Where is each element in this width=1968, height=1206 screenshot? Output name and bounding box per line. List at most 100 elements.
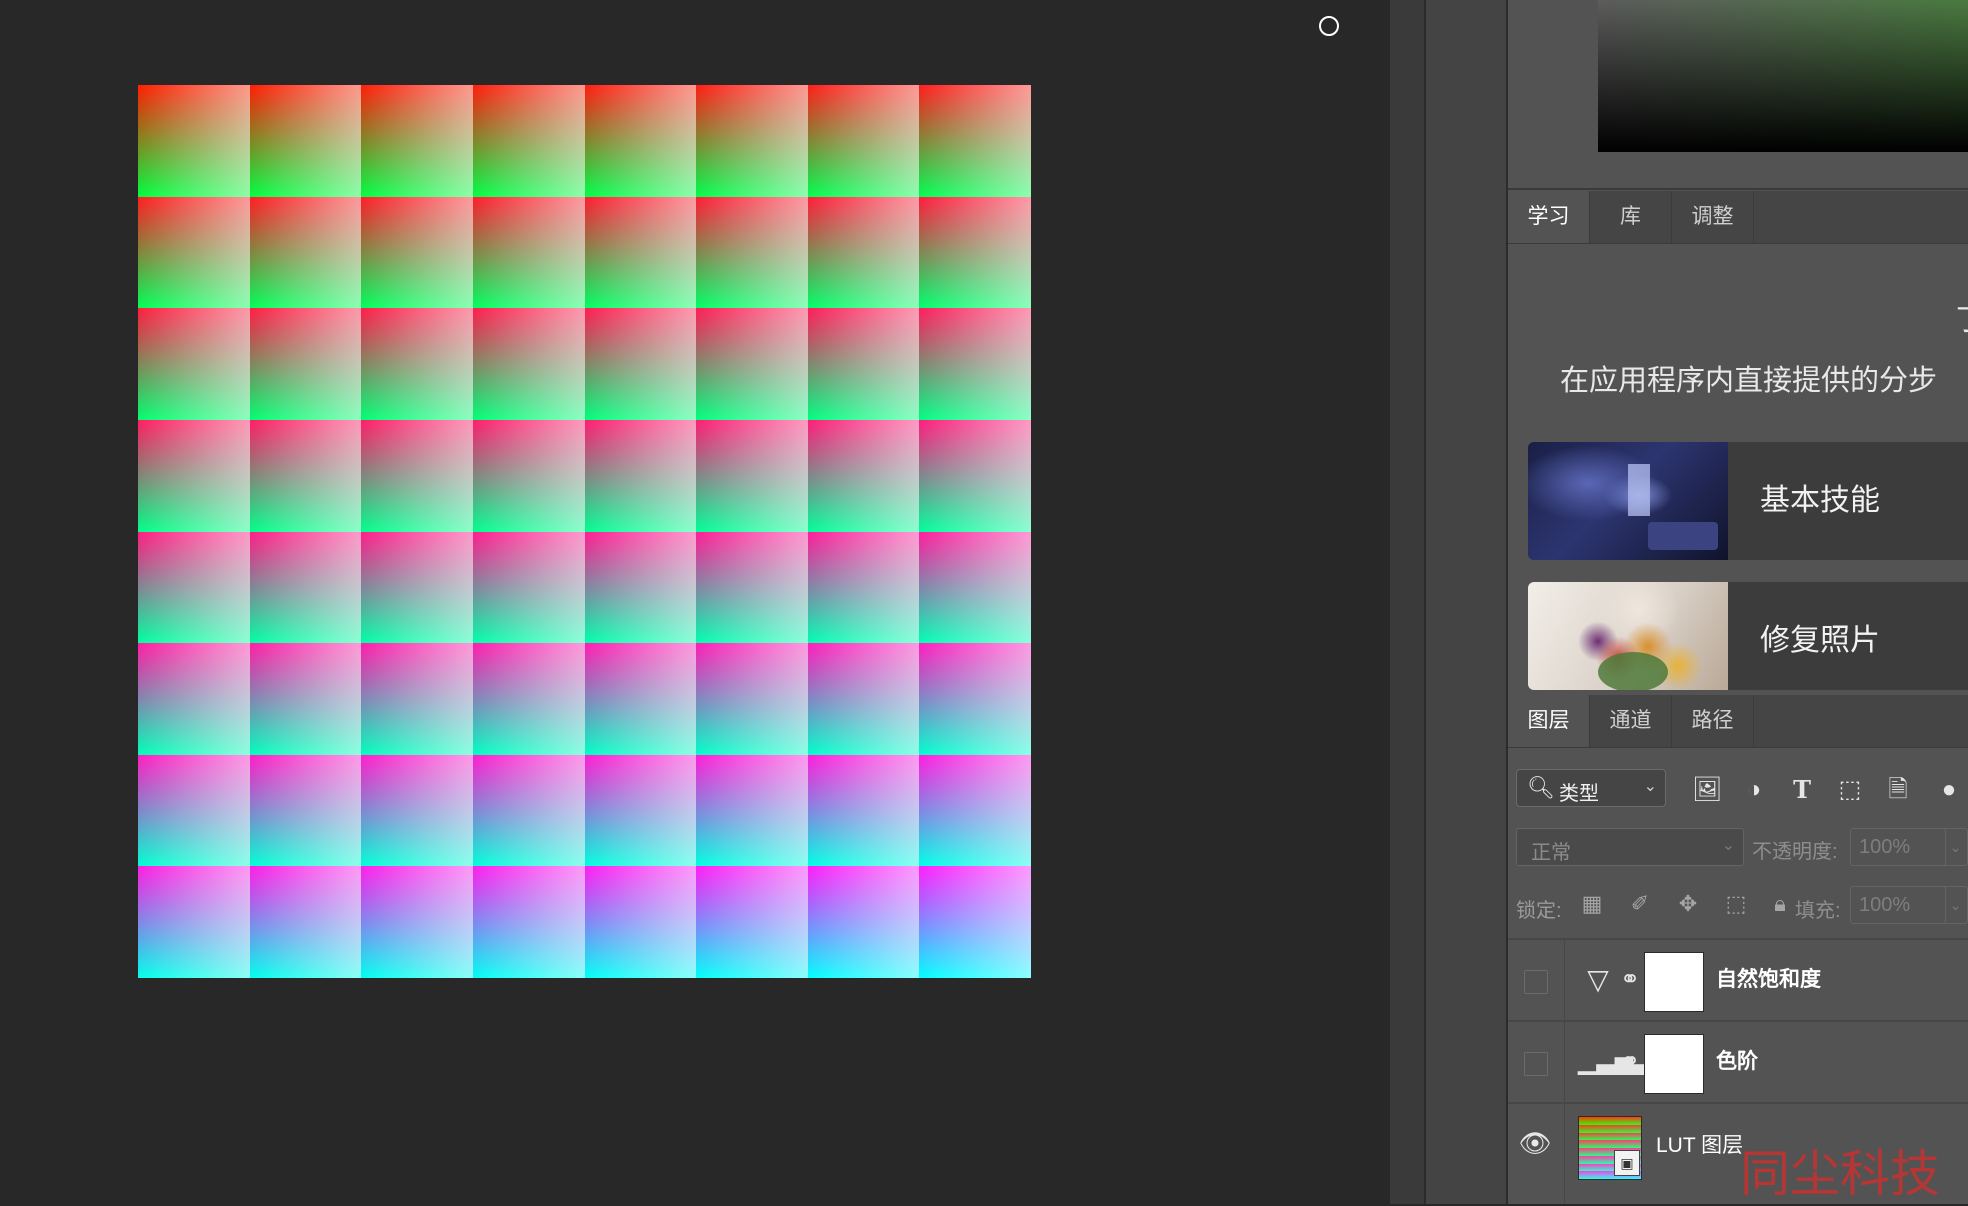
chain-link-icon[interactable]: ⚭ — [1620, 1044, 1640, 1080]
lut-thumb-tile — [1602, 1140, 1610, 1148]
lut-tile — [584, 643, 697, 755]
lut-tile — [472, 85, 585, 197]
blend-mode-select[interactable]: 正常 ⌄ — [1516, 828, 1744, 866]
lut-tile — [696, 531, 808, 644]
lut-thumb-tile — [1625, 1132, 1634, 1141]
lut-tile — [584, 866, 697, 978]
lut-thumb-tile — [1625, 1124, 1634, 1133]
layer-visibility-toggle[interactable] — [1508, 1022, 1565, 1102]
blend-mode-row: 正常 ⌄ 不透明度: 100% ⌄ — [1508, 822, 1968, 874]
lut-tile — [696, 866, 808, 978]
lut-thumb-tile — [1610, 1124, 1618, 1133]
layer-visibility-toggle[interactable]: 👁︎ — [1508, 1104, 1565, 1204]
lut-tile — [472, 866, 585, 978]
layer-mask-thumbnail[interactable] — [1644, 1034, 1704, 1094]
layer-visibility-toggle[interactable] — [1508, 940, 1565, 1020]
color-panel — [1508, 0, 1968, 190]
lut-thumb-tile — [1617, 1124, 1626, 1133]
chevron-down-icon[interactable]: ⌄ — [1944, 886, 1968, 924]
layer-name[interactable]: LUT 图层 — [1656, 1104, 1743, 1188]
lut-thumb-tile — [1586, 1132, 1595, 1141]
layer-row-vibrance[interactable]: ▽ ⚭ 自然饱和度 — [1508, 938, 1968, 1020]
lut-thumb-tile — [1633, 1117, 1641, 1125]
lock-all-icon[interactable]: 🔒︎ — [1766, 890, 1794, 918]
chain-link-icon[interactable]: ⚭ — [1620, 962, 1640, 998]
lut-tile — [584, 419, 697, 532]
opacity-label: 不透明度: — [1752, 841, 1838, 863]
lock-pixels-brush-icon[interactable]: ✐ — [1626, 890, 1654, 918]
lut-tile — [138, 419, 250, 532]
smart-object-filter-icon[interactable]: 🗎︎ — [1884, 776, 1912, 804]
tab-channels[interactable]: 通道 — [1590, 695, 1672, 747]
layer-filter-select[interactable]: 🔍︎ 类型 ⌄ — [1516, 769, 1666, 807]
lut-tile — [138, 643, 250, 755]
image-filter-icon[interactable]: 🖼︎ — [1692, 776, 1722, 804]
lut-tile — [249, 419, 362, 532]
tab-learn[interactable]: 学习 — [1508, 191, 1590, 243]
learn-subtitle: 在应用程序内直接提供的分步 — [1560, 365, 1938, 397]
lut-thumb-tile — [1594, 1140, 1603, 1148]
lut-thumb-tile — [1610, 1140, 1618, 1148]
filter-toggle-icon[interactable]: ● — [1938, 776, 1960, 804]
lut-thumb-tile — [1594, 1171, 1603, 1179]
lut-color-grid-image — [138, 85, 1031, 978]
visibility-off-box — [1524, 1052, 1548, 1076]
lut-thumb-tile — [1579, 1117, 1587, 1125]
lut-tile — [919, 866, 1031, 978]
lut-thumb-tile — [1602, 1163, 1610, 1172]
tab-layers[interactable]: 图层 — [1508, 695, 1590, 747]
layer-row-levels[interactable]: ▁▃▅▃ ⚭ 色阶 — [1508, 1020, 1968, 1102]
layer-mask-thumbnail[interactable] — [1644, 952, 1704, 1012]
lesson-card-fix-photo[interactable]: 修复照片 — [1528, 582, 1968, 690]
tab-paths[interactable]: 路径 — [1672, 695, 1754, 747]
layer-name[interactable]: 自然饱和度 — [1716, 940, 1821, 1020]
lut-tile — [138, 754, 250, 867]
lesson-card-basic-skills[interactable]: 基本技能 — [1528, 442, 1968, 560]
tab-libraries[interactable]: 库 — [1590, 191, 1672, 243]
lut-tile — [361, 85, 473, 197]
lock-artboard-icon[interactable]: ⬚ — [1722, 890, 1750, 918]
lut-tile — [138, 308, 250, 420]
levels-icon: ▁▃▅▃ — [1578, 1048, 1652, 1075]
lut-tile — [361, 196, 473, 309]
shape-filter-icon[interactable]: ⬚ — [1836, 776, 1864, 804]
color-saturation-field[interactable] — [1598, 0, 1968, 152]
tab-adjustments[interactable]: 调整 — [1672, 191, 1754, 243]
opacity-input[interactable]: 100% — [1850, 828, 1946, 866]
type-filter-icon[interactable]: T — [1788, 776, 1816, 804]
canvas-right-gutter — [1390, 0, 1424, 1204]
filter-kind-label: 类型 — [1559, 783, 1599, 805]
lut-tile — [361, 866, 473, 978]
lut-thumb-tile — [1625, 1117, 1634, 1125]
lut-thumb-tile — [1586, 1124, 1595, 1133]
document-canvas[interactable] — [0, 0, 1390, 1204]
lut-tile — [807, 85, 920, 197]
lut-tile — [361, 643, 473, 755]
lut-thumb-tile — [1594, 1148, 1603, 1156]
lut-tile — [807, 308, 920, 420]
lut-tile — [361, 754, 473, 867]
lock-transparency-icon[interactable]: ▦ — [1578, 890, 1606, 918]
layer-name[interactable]: 色阶 — [1716, 1022, 1758, 1102]
lut-tile — [696, 754, 808, 867]
learn-heading: 丁 — [1956, 295, 1968, 339]
lut-thumb-tile — [1617, 1132, 1626, 1141]
lut-thumb-tile — [1594, 1124, 1603, 1133]
fill-input[interactable]: 100% — [1850, 886, 1946, 924]
lut-tile — [138, 531, 250, 644]
lut-tile — [807, 754, 920, 867]
lut-tile — [138, 196, 250, 309]
lut-tile — [361, 531, 473, 644]
lut-thumb-tile — [1602, 1171, 1610, 1179]
lut-tile — [138, 866, 250, 978]
lut-tile — [584, 531, 697, 644]
lut-tile — [472, 196, 585, 309]
lock-position-move-icon[interactable]: ✥ — [1674, 890, 1702, 918]
color-picker-ring[interactable] — [1319, 16, 1339, 36]
lut-thumb-tile — [1625, 1140, 1634, 1148]
chevron-down-icon[interactable]: ⌄ — [1944, 828, 1968, 866]
lut-tile — [472, 754, 585, 867]
lut-thumb-tile — [1579, 1148, 1587, 1156]
adjustment-filter-icon[interactable]: ◑ — [1740, 776, 1768, 804]
lut-tile — [696, 419, 808, 532]
